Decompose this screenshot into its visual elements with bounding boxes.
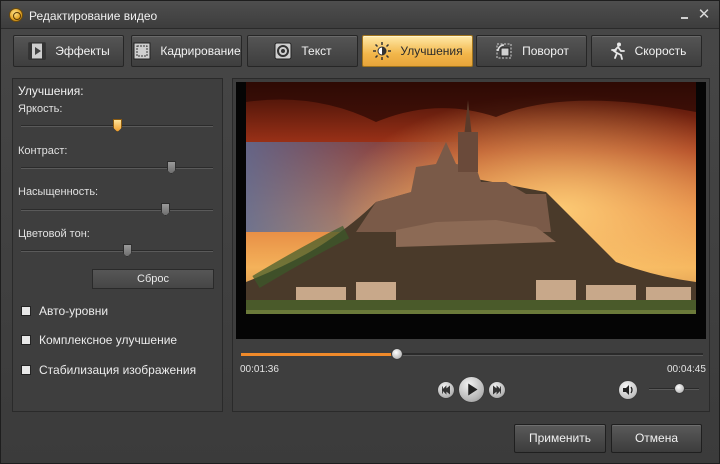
seek-bar[interactable] xyxy=(241,348,703,360)
complex-enhance-checkbox-row[interactable]: Комплексное улучшение xyxy=(21,333,177,347)
hue-slider[interactable] xyxy=(21,244,213,257)
tab-label: Улучшения xyxy=(400,44,463,58)
skip-forward-icon xyxy=(493,385,502,395)
seek-thumb[interactable] xyxy=(390,348,403,360)
contrast-slider[interactable] xyxy=(21,161,213,174)
volume-slider[interactable] xyxy=(649,383,699,394)
enhance-icon xyxy=(372,41,392,61)
video-preview-panel: 00:01:36 00:04:45 xyxy=(232,78,710,412)
title-bar: Редактирование видео ✕ xyxy=(1,1,719,29)
volume-thumb[interactable] xyxy=(674,383,685,394)
saturation-slider[interactable] xyxy=(21,203,213,216)
complex-enhance-label: Комплексное улучшение xyxy=(39,333,178,347)
saturation-label: Насыщенность: xyxy=(18,186,99,198)
reset-button[interactable]: Сброс xyxy=(92,269,214,289)
video-frame-image xyxy=(236,82,706,339)
seek-progress xyxy=(241,353,397,356)
effects-icon xyxy=(27,41,47,61)
auto-levels-label: Авто-уровни xyxy=(39,304,109,318)
tab-label: Эффекты xyxy=(55,44,110,58)
tab-speed[interactable]: Скорость xyxy=(591,35,702,67)
window-title: Редактирование видео xyxy=(29,9,158,23)
tab-text[interactable]: Текст xyxy=(247,35,358,67)
close-button[interactable]: ✕ xyxy=(696,7,712,23)
brightness-slider-thumb[interactable] xyxy=(113,119,122,132)
stabilization-checkbox-row[interactable]: Стабилизация изображения xyxy=(21,363,196,377)
app-logo-icon xyxy=(9,8,23,22)
complex-enhance-checkbox[interactable] xyxy=(21,335,31,345)
skip-back-icon xyxy=(441,385,450,395)
cancel-button[interactable]: Отмена xyxy=(611,424,702,453)
speaker-icon xyxy=(623,385,633,395)
next-button[interactable] xyxy=(488,381,506,399)
stabilization-label: Стабилизация изображения xyxy=(39,363,197,377)
video-edit-window: Редактирование видео ✕ Эффекты Кадрирова… xyxy=(0,0,720,464)
speed-icon xyxy=(607,41,627,61)
tab-crop[interactable]: Кадрирование xyxy=(131,35,242,67)
saturation-slider-thumb[interactable] xyxy=(161,203,170,216)
apply-button[interactable]: Применить xyxy=(514,424,606,453)
video-preview[interactable] xyxy=(236,82,706,339)
tab-effects[interactable]: Эффекты xyxy=(13,35,124,67)
tab-bar: Эффекты Кадрирование Текст Улучшения Пов… xyxy=(13,35,709,69)
total-time: 00:04:45 xyxy=(667,364,706,375)
auto-levels-checkbox-row[interactable]: Авто-уровни xyxy=(21,304,108,318)
brightness-label: Яркость: xyxy=(18,103,63,115)
tab-rotate[interactable]: Поворот xyxy=(476,35,587,67)
play-icon xyxy=(468,383,478,396)
text-icon xyxy=(273,41,293,61)
brightness-slider[interactable] xyxy=(21,119,213,132)
tab-label: Кадрирование xyxy=(160,44,241,58)
crop-icon xyxy=(132,41,152,61)
contrast-slider-thumb[interactable] xyxy=(166,161,176,174)
enhancements-panel: Улучшения: Яркость: Контраст: Насыщеннос… xyxy=(12,78,223,412)
tab-enhancements[interactable]: Улучшения xyxy=(362,35,473,67)
volume-button[interactable] xyxy=(618,380,638,400)
hue-label: Цветовой тон: xyxy=(18,228,90,240)
tab-label: Скорость xyxy=(634,44,687,58)
tab-label: Поворот xyxy=(522,44,569,58)
tab-label: Текст xyxy=(301,44,332,58)
panel-title: Улучшения: xyxy=(18,84,84,98)
stabilization-checkbox[interactable] xyxy=(21,365,31,375)
hue-slider-thumb[interactable] xyxy=(122,244,132,257)
current-time: 00:01:36 xyxy=(240,364,279,375)
auto-levels-checkbox[interactable] xyxy=(21,306,31,316)
rotate-icon xyxy=(494,41,514,61)
previous-button[interactable] xyxy=(437,381,455,399)
play-button[interactable] xyxy=(458,376,485,403)
minimize-button[interactable] xyxy=(677,7,693,23)
contrast-label: Контраст: xyxy=(18,145,68,157)
